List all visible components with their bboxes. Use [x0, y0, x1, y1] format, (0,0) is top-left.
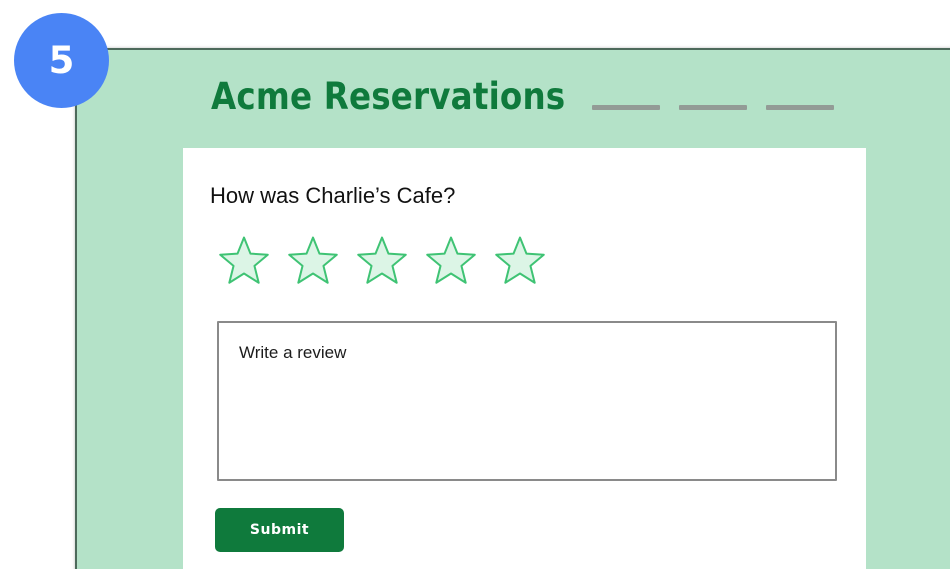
- nav-item-placeholder-2[interactable]: [679, 105, 747, 110]
- star-rating: [217, 234, 547, 288]
- step-number: 5: [48, 39, 75, 82]
- review-textarea[interactable]: [217, 321, 837, 481]
- nav-item-placeholder-3[interactable]: [766, 105, 834, 110]
- star-5-icon[interactable]: [493, 234, 547, 288]
- screenshot-stage: 5 Acme Reservations How was Charlie’s Ca…: [0, 0, 950, 569]
- review-question: How was Charlie’s Cafe?: [210, 183, 456, 208]
- nav-item-placeholder-1[interactable]: [592, 105, 660, 110]
- submit-button[interactable]: Submit: [215, 508, 344, 552]
- star-3-icon[interactable]: [355, 234, 409, 288]
- star-2-icon[interactable]: [286, 234, 340, 288]
- star-1-icon[interactable]: [217, 234, 271, 288]
- review-card: How was Charlie’s Cafe? Submit: [183, 148, 866, 569]
- brand-title: Acme Reservations: [211, 75, 566, 118]
- star-4-icon[interactable]: [424, 234, 478, 288]
- step-number-badge: 5: [14, 13, 109, 108]
